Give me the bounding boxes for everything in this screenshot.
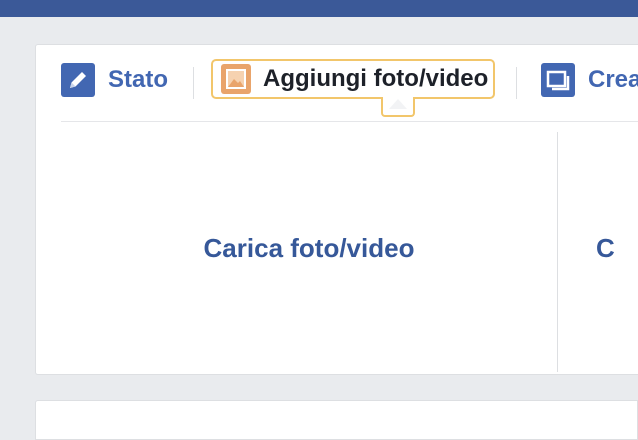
next-option-button[interactable]: C: [596, 122, 638, 375]
tab-add-photo-video-label: Aggiungi foto/video: [263, 65, 489, 92]
tab-status[interactable]: Stato: [61, 63, 168, 97]
tab-create-album[interactable]: Crea: [541, 63, 638, 97]
tab-add-photo-video[interactable]: Aggiungi foto/video: [211, 59, 495, 99]
post-composer: Stato Aggiungi foto/video Crea Carica fo…: [35, 44, 638, 375]
composer-body: Carica foto/video C: [36, 122, 638, 374]
next-option-label: C: [596, 233, 615, 263]
upload-photo-video-label: Carica foto/video: [203, 233, 415, 263]
composer-tabs: Stato Aggiungi foto/video Crea: [61, 45, 638, 122]
tab-divider: [516, 67, 517, 99]
tab-divider: [193, 67, 194, 99]
active-tab-pointer: [381, 97, 415, 117]
album-icon: [541, 63, 575, 97]
tab-create-album-label: Crea: [588, 66, 638, 93]
tab-status-label: Stato: [108, 66, 168, 93]
feed-card: [35, 400, 638, 440]
option-divider: [557, 132, 558, 372]
photo-icon: [221, 64, 251, 94]
upload-photo-video-button[interactable]: Carica foto/video: [61, 122, 557, 375]
top-navigation-bar: [0, 0, 638, 17]
pencil-icon: [61, 63, 95, 97]
